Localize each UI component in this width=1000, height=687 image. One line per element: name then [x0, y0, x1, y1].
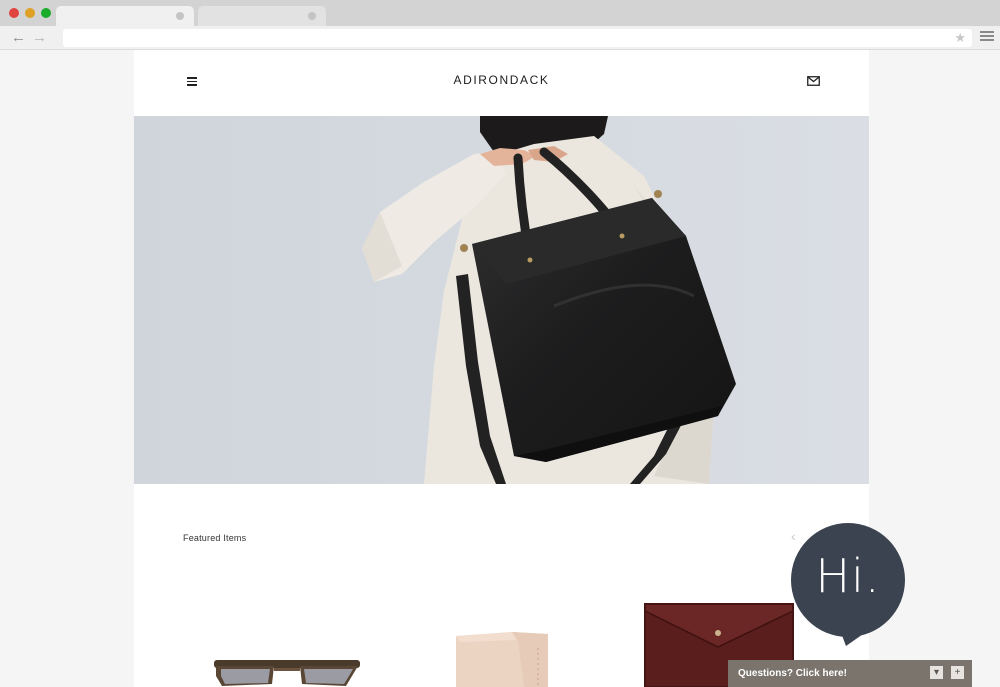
maximize-window-button[interactable] — [41, 8, 51, 18]
tab-close-icon[interactable] — [176, 12, 184, 20]
browser-tab-inactive[interactable] — [198, 6, 326, 26]
bookmark-star-icon[interactable]: ★ — [954, 30, 966, 46]
browser-menu-icon[interactable] — [980, 31, 994, 43]
browser-tab-active[interactable] — [56, 6, 194, 26]
brand-logo[interactable]: ADIRONDACK — [134, 73, 869, 87]
window-controls — [9, 8, 51, 18]
hero-photo-leather-tote-icon — [134, 116, 869, 484]
browser-toolbar: ← → ★ — [0, 26, 1000, 50]
chat-expand-button[interactable]: + — [951, 666, 964, 679]
chat-minimize-button[interactable]: ▾ — [930, 666, 943, 679]
chat-cta-label[interactable]: Questions? Click here! — [738, 668, 847, 679]
mail-icon[interactable] — [807, 76, 820, 86]
site-header: ADIRONDACK — [134, 50, 869, 116]
address-bar[interactable]: ★ — [63, 29, 972, 47]
chat-greeting-text: Hi. — [815, 549, 881, 603]
minimize-window-button[interactable] — [25, 8, 35, 18]
chat-greeting-bubble[interactable]: Hi. — [790, 522, 906, 647]
tab-close-icon[interactable] — [308, 12, 316, 20]
close-window-button[interactable] — [9, 8, 19, 18]
browser-chrome: ← → ★ — [0, 0, 1000, 50]
featured-items-heading: Featured Items — [183, 533, 247, 543]
back-arrow-icon[interactable]: ← — [11, 30, 26, 45]
forward-arrow-icon[interactable]: → — [32, 30, 47, 45]
product-sunglasses-image[interactable] — [212, 656, 362, 687]
chat-widget-bar[interactable]: Questions? Click here! ▾ + — [728, 660, 972, 687]
storefront-page: ADIRONDACK Featured Items ‹ — [134, 50, 869, 687]
hero-image[interactable] — [134, 116, 869, 484]
product-card-holder-image[interactable] — [454, 630, 550, 687]
